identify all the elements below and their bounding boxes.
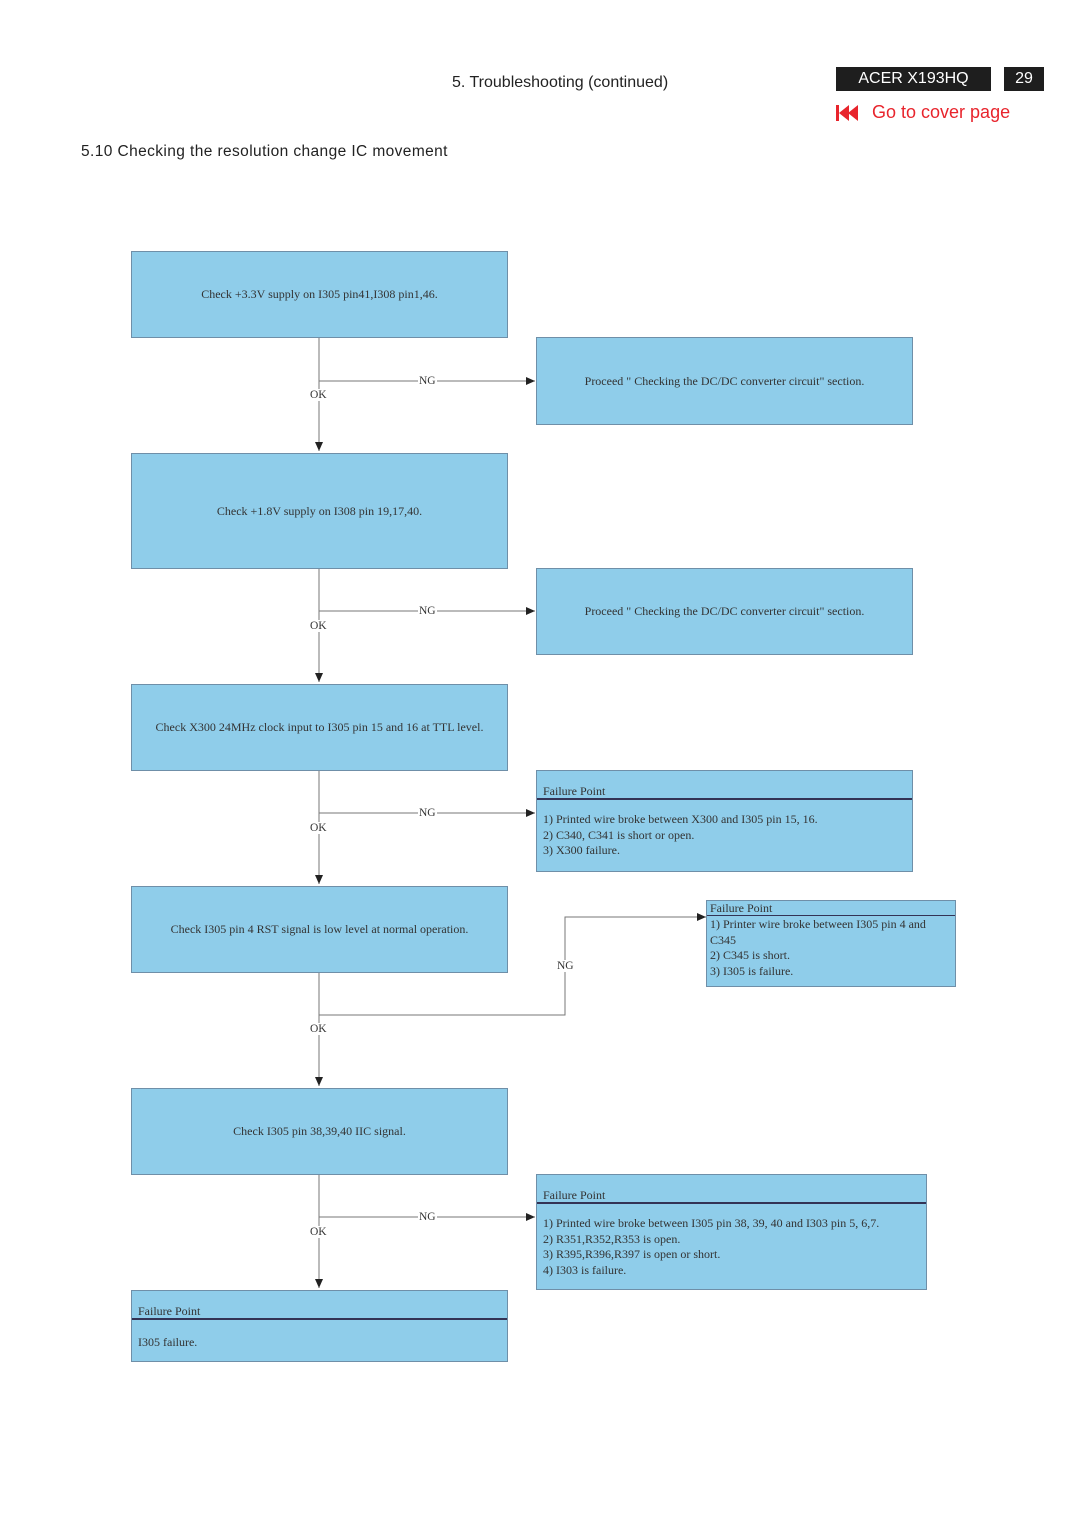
failure-item: 3) X300 failure.: [543, 843, 620, 857]
failure-point-title: Failure Point: [537, 771, 912, 800]
failure-point-title: Failure Point: [537, 1175, 926, 1204]
failure-point-title: Failure Point: [132, 1291, 507, 1320]
ng-failure-box-3: Failure Point 1) Printed wire broke betw…: [536, 770, 913, 872]
step-box-2: Check +1.8V supply on I308 pin 19,17,40.: [131, 453, 508, 569]
ng-label: NG: [418, 807, 437, 819]
ng-result-box-1: Proceed " Checking the DC/DC converter c…: [536, 337, 913, 425]
failure-item: 1) Printer wire broke between I305 pin 4…: [710, 917, 926, 931]
ng-label: NG: [418, 605, 437, 617]
final-failure-box: Failure Point I305 failure.: [131, 1290, 508, 1362]
failure-item: 2) C340, C341 is short or open.: [543, 827, 695, 842]
ok-label: OK: [309, 1023, 328, 1035]
step-text: Check +3.3V supply on I305 pin41,I308 pi…: [201, 287, 438, 301]
ng-label: NG: [418, 1211, 437, 1223]
failure-item: 4) I303 is failure.: [543, 1262, 627, 1277]
ok-label: OK: [309, 389, 328, 401]
ok-label: OK: [309, 620, 328, 632]
failure-item: 1) Printed wire broke between X300 and I…: [543, 812, 818, 826]
step-box-4: Check I305 pin 4 RST signal is low level…: [131, 886, 508, 973]
failure-item: 2) R351,R352,R353 is open.: [543, 1231, 681, 1246]
step-text: Check +1.8V supply on I308 pin 19,17,40.: [216, 503, 423, 518]
failure-point-title: Failure Point: [707, 901, 955, 916]
ng-failure-box-4: Failure Point 1) Printer wire broke betw…: [706, 900, 956, 987]
failure-point-text: I305 failure.: [138, 1335, 198, 1349]
ok-label: OK: [309, 822, 328, 834]
ng-result-text: Proceed " Checking the DC/DC converter c…: [584, 604, 865, 618]
step-text: Check I305 pin 4 RST signal is low level…: [170, 922, 469, 936]
step-box-3: Check X300 24MHz clock input to I305 pin…: [131, 684, 508, 771]
step-box-1: Check +3.3V supply on I305 pin41,I308 pi…: [131, 251, 508, 338]
failure-item: 3) R395,R396,R397 is open or short.: [543, 1247, 721, 1261]
ng-result-text: Proceed " Checking the DC/DC converter c…: [584, 373, 865, 388]
step-box-5: Check I305 pin 38,39,40 IIC signal.: [131, 1088, 508, 1175]
step-text: Check X300 24MHz clock input to I305 pin…: [155, 720, 484, 734]
ng-label: NG: [418, 375, 437, 387]
failure-item: C345: [710, 932, 737, 947]
failure-item: 1) Printed wire broke between I305 pin 3…: [543, 1216, 880, 1230]
ng-failure-box-5: Failure Point 1) Printed wire broke betw…: [536, 1174, 927, 1290]
ng-result-box-2: Proceed " Checking the DC/DC converter c…: [536, 568, 913, 655]
ok-label: OK: [309, 1226, 328, 1238]
step-text: Check I305 pin 38,39,40 IIC signal.: [233, 1124, 406, 1138]
failure-item: 2) C345 is short.: [710, 948, 791, 962]
ng-label: NG: [556, 960, 575, 972]
failure-item: 3) I305 is failure.: [710, 963, 794, 978]
